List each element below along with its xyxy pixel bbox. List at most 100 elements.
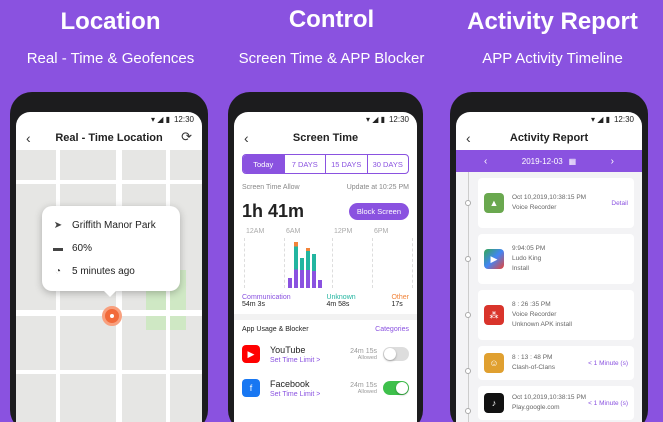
activity-screen: ▾ ◢ ▮ 12:30 ‹ Activity Report ‹ 2019-12-0… (456, 112, 642, 422)
tab-today[interactable]: Today (243, 155, 284, 173)
prev-day-icon[interactable]: ‹ (484, 156, 487, 167)
location-screen: ▾ ◢ ▮ 12:30 ‹ Real - Time Location ⟳ ➤ Gri… (16, 112, 202, 422)
battery-icon: ▬ (53, 243, 63, 254)
place-name: Griffith Manor Park (72, 220, 156, 231)
ludo-icon: ⁂ (484, 305, 504, 325)
event-time: 9:94:05 PM (512, 245, 546, 252)
timeline-event[interactable]: ▶ 9:94:05 PM Ludo King Install (465, 234, 634, 284)
event-extra: Unknown APK install (512, 321, 572, 328)
chart-bar (294, 242, 298, 288)
timeline-event[interactable]: ☺ 8 : 13 : 48 PM Clash-of-Clans < 1 Minut… (465, 346, 634, 380)
status-bar: ▾ ◢ ▮ 12:30 (590, 114, 634, 124)
timeline-event[interactable]: ▲ Oct 10,2019,10:38:15 PM Voice Recorder … (465, 178, 634, 228)
chart-bar (300, 258, 304, 288)
calendar-icon[interactable]: ▦ (569, 157, 577, 166)
legend-other: Other 17s (391, 294, 409, 308)
header-subtitle: APP Activity Timeline (482, 50, 623, 67)
app-duration: 24m 15s (350, 347, 377, 355)
tick-label: 6AM (286, 228, 301, 235)
clash-of-clans-icon: ☺ (484, 353, 504, 373)
tab-30-days[interactable]: 30 DAYS (366, 155, 409, 173)
event-desc: Ludo King (512, 255, 542, 262)
app-name: Facebook (270, 378, 310, 389)
timeline-event[interactable]: ⁂ 8 : 26 :35 PM Voice Recorder Unknown APK… (465, 290, 634, 340)
back-icon[interactable]: ‹ (26, 130, 31, 146)
period-tabs: Today 7 DAYS 15 DAYS 30 DAYS (242, 154, 409, 174)
youtube-icon: ▶ (242, 345, 260, 363)
event-time: 8 : 26 :35 PM (512, 301, 551, 308)
back-icon[interactable]: ‹ (244, 130, 249, 146)
block-screen-button[interactable]: Block Screen (348, 203, 409, 220)
status-bar: ▾ ◢ ▮ 12:30 (150, 114, 194, 124)
next-day-icon[interactable]: › (611, 156, 614, 167)
header-control: Control Screen Time & APP Blocker (221, 6, 442, 67)
page-title: Activity Report (509, 132, 589, 144)
phone-activity: ▾ ◢ ▮ 12:30 ‹ Activity Report ‹ 2019-12-0… (450, 92, 648, 422)
duration-label: < 1 Minute (s) (588, 399, 628, 407)
header-title: Control (288, 6, 375, 33)
date-picker: ‹ 2019-12-03 ▦ › (456, 150, 642, 172)
header-title: Location (60, 8, 161, 35)
block-toggle[interactable] (383, 347, 409, 361)
categories-link[interactable]: Categories (375, 326, 409, 333)
back-icon[interactable]: ‹ (466, 130, 471, 146)
tick-label: 6PM (374, 228, 389, 235)
usage-chart: 12AM 6AM 12PM 6PM (242, 228, 413, 288)
selected-date: 2019-12-03 (521, 156, 563, 166)
location-nav: ‹ Real - Time Location ⟳ (16, 126, 202, 150)
refresh-icon[interactable]: ⟳ (181, 129, 192, 145)
event-desc: Clash-of-Clans (512, 364, 555, 371)
chart-bar (288, 278, 292, 288)
set-time-limit-link[interactable]: Set Time Limit > (270, 357, 350, 364)
event-time: Oct 10,2019,10:38:15 PM (512, 194, 587, 201)
header-location: Location Real - Time & Geofences (0, 8, 221, 67)
app-status: Allowed (357, 354, 377, 361)
screen-time-nav: ‹ Screen Time (234, 126, 417, 150)
set-time-limit-link[interactable]: Set Time Limit > (270, 391, 350, 398)
chart-bar (318, 280, 322, 288)
tab-15-days[interactable]: 15 DAYS (325, 155, 367, 173)
page-title: Screen Time (292, 132, 359, 144)
total-row: 1h 41m Block Screen (242, 201, 409, 222)
duration-label: < 1 Minute (s) (588, 359, 628, 367)
legend-unknown: Unknown 4m 58s (326, 294, 356, 308)
section-label: App Usage & Blocker (242, 326, 309, 333)
timeline-event[interactable]: ♪ Oct 10,2019,10:38:15 PM Play.google.com… (465, 386, 634, 420)
last-updated: 5 minutes ago (72, 266, 135, 277)
tick-label: 12PM (334, 228, 353, 235)
chart-bar (312, 254, 316, 288)
tab-7-days[interactable]: 7 DAYS (283, 155, 326, 173)
screen-time-meta: Screen Time Allow Update at 10:25 PM (242, 184, 409, 191)
tick-label: 12AM (246, 228, 265, 235)
header-subtitle: Real - Time & Geofences (26, 50, 195, 67)
event-time: Oct 10,2019,10:38:15 PM (512, 394, 587, 401)
app-usage-header: App Usage & Blocker Categories (242, 326, 409, 333)
block-toggle[interactable] (383, 381, 409, 395)
app-status: Allowed (357, 388, 377, 395)
activity-nav: ‹ Activity Report (456, 126, 642, 150)
tiktok-icon: ♪ (484, 393, 504, 413)
android-icon: ▲ (484, 193, 504, 213)
location-card: ➤ Griffith Manor Park ▬ 60% ◔ 5 minutes ago (42, 206, 180, 297)
event-desc: Voice Recorder (512, 311, 557, 318)
app-row-facebook[interactable]: f Facebook Set Time Limit > 24m 15s Allowe… (242, 373, 409, 403)
legend-communication: Communication 54m 3s (242, 294, 291, 308)
detail-link[interactable]: Detail (611, 200, 628, 207)
phone-location: ▾ ◢ ▮ 12:30 ‹ Real - Time Location ⟳ ➤ Gri… (10, 92, 208, 422)
navigation-icon: ➤ (53, 220, 63, 231)
header-title: Activity Report (467, 8, 638, 35)
app-duration: 24m 15s (350, 381, 377, 389)
map-view[interactable]: ➤ Griffith Manor Park ▬ 60% ◔ 5 minutes ago (16, 150, 202, 422)
update-label: Update at 10:25 PM (346, 184, 409, 191)
event-extra: Install (512, 265, 529, 272)
battery-level: 60% (72, 243, 93, 254)
event-desc: Voice Recorder (512, 204, 557, 211)
page-title: Real - Time Location (55, 132, 163, 144)
event-time: 8 : 13 : 48 PM (512, 354, 553, 361)
status-bar: ▾ ◢ ▮ 12:30 (365, 114, 409, 124)
event-desc: Play.google.com (512, 404, 560, 411)
app-row-youtube[interactable]: ▶ YouTube Set Time Limit > 24m 15s Allowed (242, 339, 409, 369)
allow-label: Screen Time Allow (242, 184, 300, 191)
location-pin-icon[interactable] (102, 306, 122, 326)
total-screen-time: 1h 41m (242, 201, 305, 221)
